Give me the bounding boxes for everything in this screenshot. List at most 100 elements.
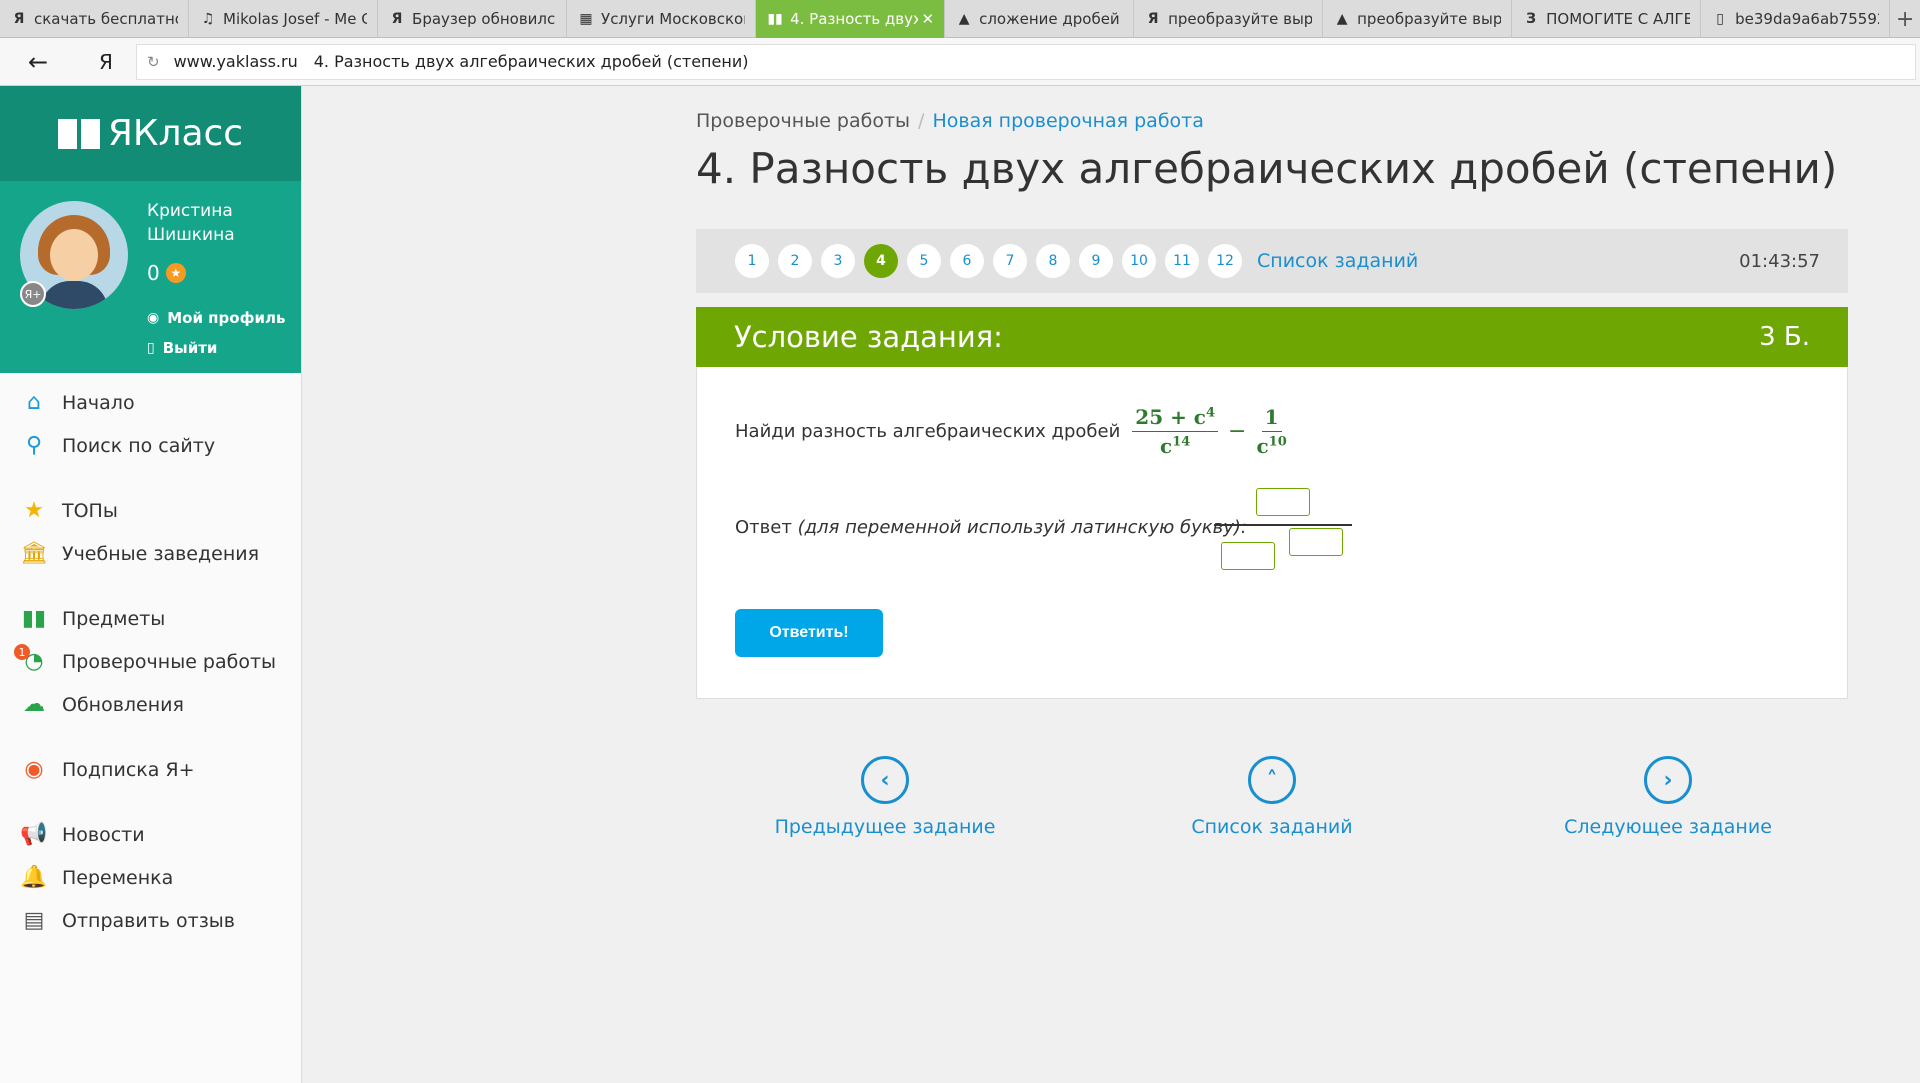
- browser-tab[interactable]: Я Браузер обновился: [378, 0, 568, 38]
- task-number-button[interactable]: 5: [907, 244, 941, 278]
- reload-icon[interactable]: ↻: [147, 53, 160, 71]
- favicon-icon: ▲: [1336, 11, 1348, 27]
- sidebar-item-label: Переменка: [62, 866, 174, 889]
- favicon-icon: Я: [391, 11, 403, 27]
- question-text: Найди разность алгебраических дробей: [735, 421, 1121, 442]
- task-number-button[interactable]: 3: [821, 244, 855, 278]
- breadcrumb-link-new-test[interactable]: Новая проверочная работа: [932, 110, 1203, 132]
- frac1-denominator-exp: 14: [1172, 434, 1191, 450]
- browser-tab-bar: Яскачать бесплатно п ♫ Mikolas Josef - Me …: [0, 0, 1920, 38]
- sidebar-item-label: Проверочные работы: [62, 650, 277, 673]
- condition-title: Условие задания:: [734, 320, 1003, 354]
- url-input[interactable]: ↻ www.yaklass.ru 4. Разность двух алгебр…: [136, 43, 1916, 80]
- breadcrumb-item: Проверочные работы: [696, 110, 911, 132]
- feedback-icon: ▤: [23, 908, 45, 933]
- browser-tab[interactable]: ▯ be39da9a6ab755923: [1701, 0, 1891, 38]
- sidebar-item[interactable]: 🏛 Учебные заведения: [0, 532, 301, 575]
- answer-label: Ответ (для переменной используй латинску…: [735, 517, 1247, 538]
- frac1-denominator: c: [1160, 434, 1173, 458]
- bell-icon: 🔔: [20, 865, 48, 890]
- score-badge: 3 Б.: [1759, 322, 1810, 352]
- sidebar-item[interactable]: ◉ Подписка Я+: [0, 748, 301, 791]
- fraction-1: 25 + c4 c14: [1132, 405, 1219, 458]
- answer-hint: (для переменной используй латинскую букв…: [797, 517, 1247, 538]
- task-list-bottom-link[interactable]: ˄ Список заданий: [1142, 756, 1402, 838]
- submit-answer-button[interactable]: Ответить!: [735, 609, 883, 657]
- answer-numerator-input[interactable]: [1256, 488, 1310, 516]
- prev-task-link[interactable]: ‹ Предыдущее задание: [755, 756, 1015, 838]
- url-page-title: 4. Разность двух алгебраических дробей (…: [313, 52, 749, 71]
- tab-title: преобразуйте выра: [1357, 10, 1502, 28]
- menu-group: 📢 Новости 🔔 Переменка ▤ Отправить отзыв: [0, 813, 301, 942]
- next-task-label: Следующее задание: [1564, 816, 1772, 838]
- logout-link[interactable]: ▯ Выйти: [147, 339, 217, 357]
- sidebar-item[interactable]: ⌂ Начало: [0, 381, 301, 424]
- yandex-button[interactable]: Я: [76, 38, 136, 86]
- task-number-button[interactable]: 2: [778, 244, 812, 278]
- ya-plus-badge-icon: Я+: [20, 281, 46, 307]
- task-number-button[interactable]: 1: [735, 244, 769, 278]
- sidebar-item[interactable]: ★ ТОПы: [0, 489, 301, 532]
- close-tab-icon[interactable]: ✕: [922, 10, 935, 28]
- logout-label: Выйти: [162, 339, 218, 357]
- browser-tab[interactable]: ♫ Mikolas Josef - Me G: [189, 0, 379, 38]
- frac1-numerator-exp: 4: [1205, 405, 1216, 421]
- browser-tab[interactable]: Яскачать бесплатно п: [0, 0, 190, 38]
- task-number-button[interactable]: 10: [1122, 244, 1156, 278]
- task-number-button[interactable]: 12: [1208, 244, 1242, 278]
- browser-tab[interactable]: ▲ сложение дробей и: [945, 0, 1135, 38]
- browser-tab[interactable]: ▦ Услуги Московской: [567, 0, 757, 38]
- sidebar-item[interactable]: 🔔 Переменка: [0, 856, 301, 899]
- sidebar-item[interactable]: ◔ Проверочные работы 1: [0, 640, 301, 683]
- timer: 01:43:57: [1739, 250, 1820, 272]
- back-button[interactable]: ←: [0, 38, 76, 86]
- task-number-button[interactable]: 6: [950, 244, 984, 278]
- answer-fraction: [1214, 478, 1352, 570]
- my-profile-link[interactable]: ◉ Мой профиль: [147, 309, 285, 327]
- answer-denominator-base-input[interactable]: [1221, 542, 1275, 570]
- user-name: Кристина Шишкина: [147, 201, 235, 245]
- sidebar-item-label: ТОПы: [62, 499, 118, 522]
- sidebar-item[interactable]: ⚲ Поиск по сайту: [0, 424, 301, 467]
- sidebar-item-label: Обновления: [62, 693, 184, 716]
- task-number-button[interactable]: 9: [1079, 244, 1113, 278]
- task-number-button[interactable]: 7: [993, 244, 1027, 278]
- sidebar-item-label: Учебные заведения: [62, 542, 260, 565]
- favicon-icon: ▲: [958, 11, 970, 27]
- url-domain: www.yaklass.ru: [173, 52, 298, 71]
- menu-group: ▮▮ Предметы ◔ Проверочные работы 1 ☁ Обновлени…: [0, 597, 301, 726]
- browser-tab[interactable]: Япреобразуйте выра: [1134, 0, 1324, 38]
- chevron-right-icon: ›: [1644, 756, 1692, 804]
- sidebar-item-label: Подписка Я+: [62, 758, 195, 781]
- sidebar-item[interactable]: ▮▮ Предметы: [0, 597, 301, 640]
- task-number-button[interactable]: 4: [864, 244, 898, 278]
- task-number-button[interactable]: 11: [1165, 244, 1199, 278]
- task-number-button[interactable]: 8: [1036, 244, 1070, 278]
- new-tab-button[interactable]: +: [1890, 0, 1920, 38]
- prev-task-label: Предыдущее задание: [774, 816, 996, 838]
- breadcrumb: Проверочные работы / Новая проверочная раб…: [696, 110, 1204, 132]
- tab-title: Браузер обновился: [412, 10, 557, 28]
- browser-tab[interactable]: З ПОМОГИТЕ С АЛГЕБ: [1512, 0, 1702, 38]
- tab-title: ПОМОГИТЕ С АЛГЕБ: [1546, 10, 1691, 28]
- sidebar-item[interactable]: ▤ Отправить отзыв: [0, 899, 301, 942]
- ya-plus-icon: ◉: [24, 757, 44, 782]
- favicon-icon: Я: [1147, 11, 1159, 27]
- next-task-link[interactable]: › Следующее задание: [1538, 756, 1798, 838]
- browser-tab[interactable]: ▮▮ 4. Разность двух а ✕: [756, 0, 946, 38]
- sidebar-item[interactable]: ☁ Обновления: [0, 683, 301, 726]
- address-bar: ← Я ↻ www.yaklass.ru 4. Разность двух ал…: [0, 38, 1920, 86]
- menu-group: ★ ТОПы 🏛 Учебные заведения: [0, 489, 301, 575]
- answer-denominator-exponent-input[interactable]: [1289, 528, 1343, 556]
- tab-title: преобразуйте выра: [1168, 10, 1313, 28]
- logo[interactable]: ЯКласс: [0, 86, 301, 181]
- sidebar-item-label: Новости: [62, 823, 145, 846]
- browser-tab[interactable]: ▲ преобразуйте выра: [1323, 0, 1513, 38]
- task-list-link[interactable]: Список заданий: [1257, 250, 1418, 272]
- answer-word: Ответ: [735, 517, 792, 538]
- frac1-numerator: 25 + c: [1135, 405, 1206, 429]
- sidebar-item[interactable]: 📢 Новости: [0, 813, 301, 856]
- door-icon: ▯: [147, 340, 155, 356]
- tab-title: Mikolas Josef - Me G: [223, 10, 368, 28]
- tab-title: 4. Разность двух а: [790, 10, 917, 28]
